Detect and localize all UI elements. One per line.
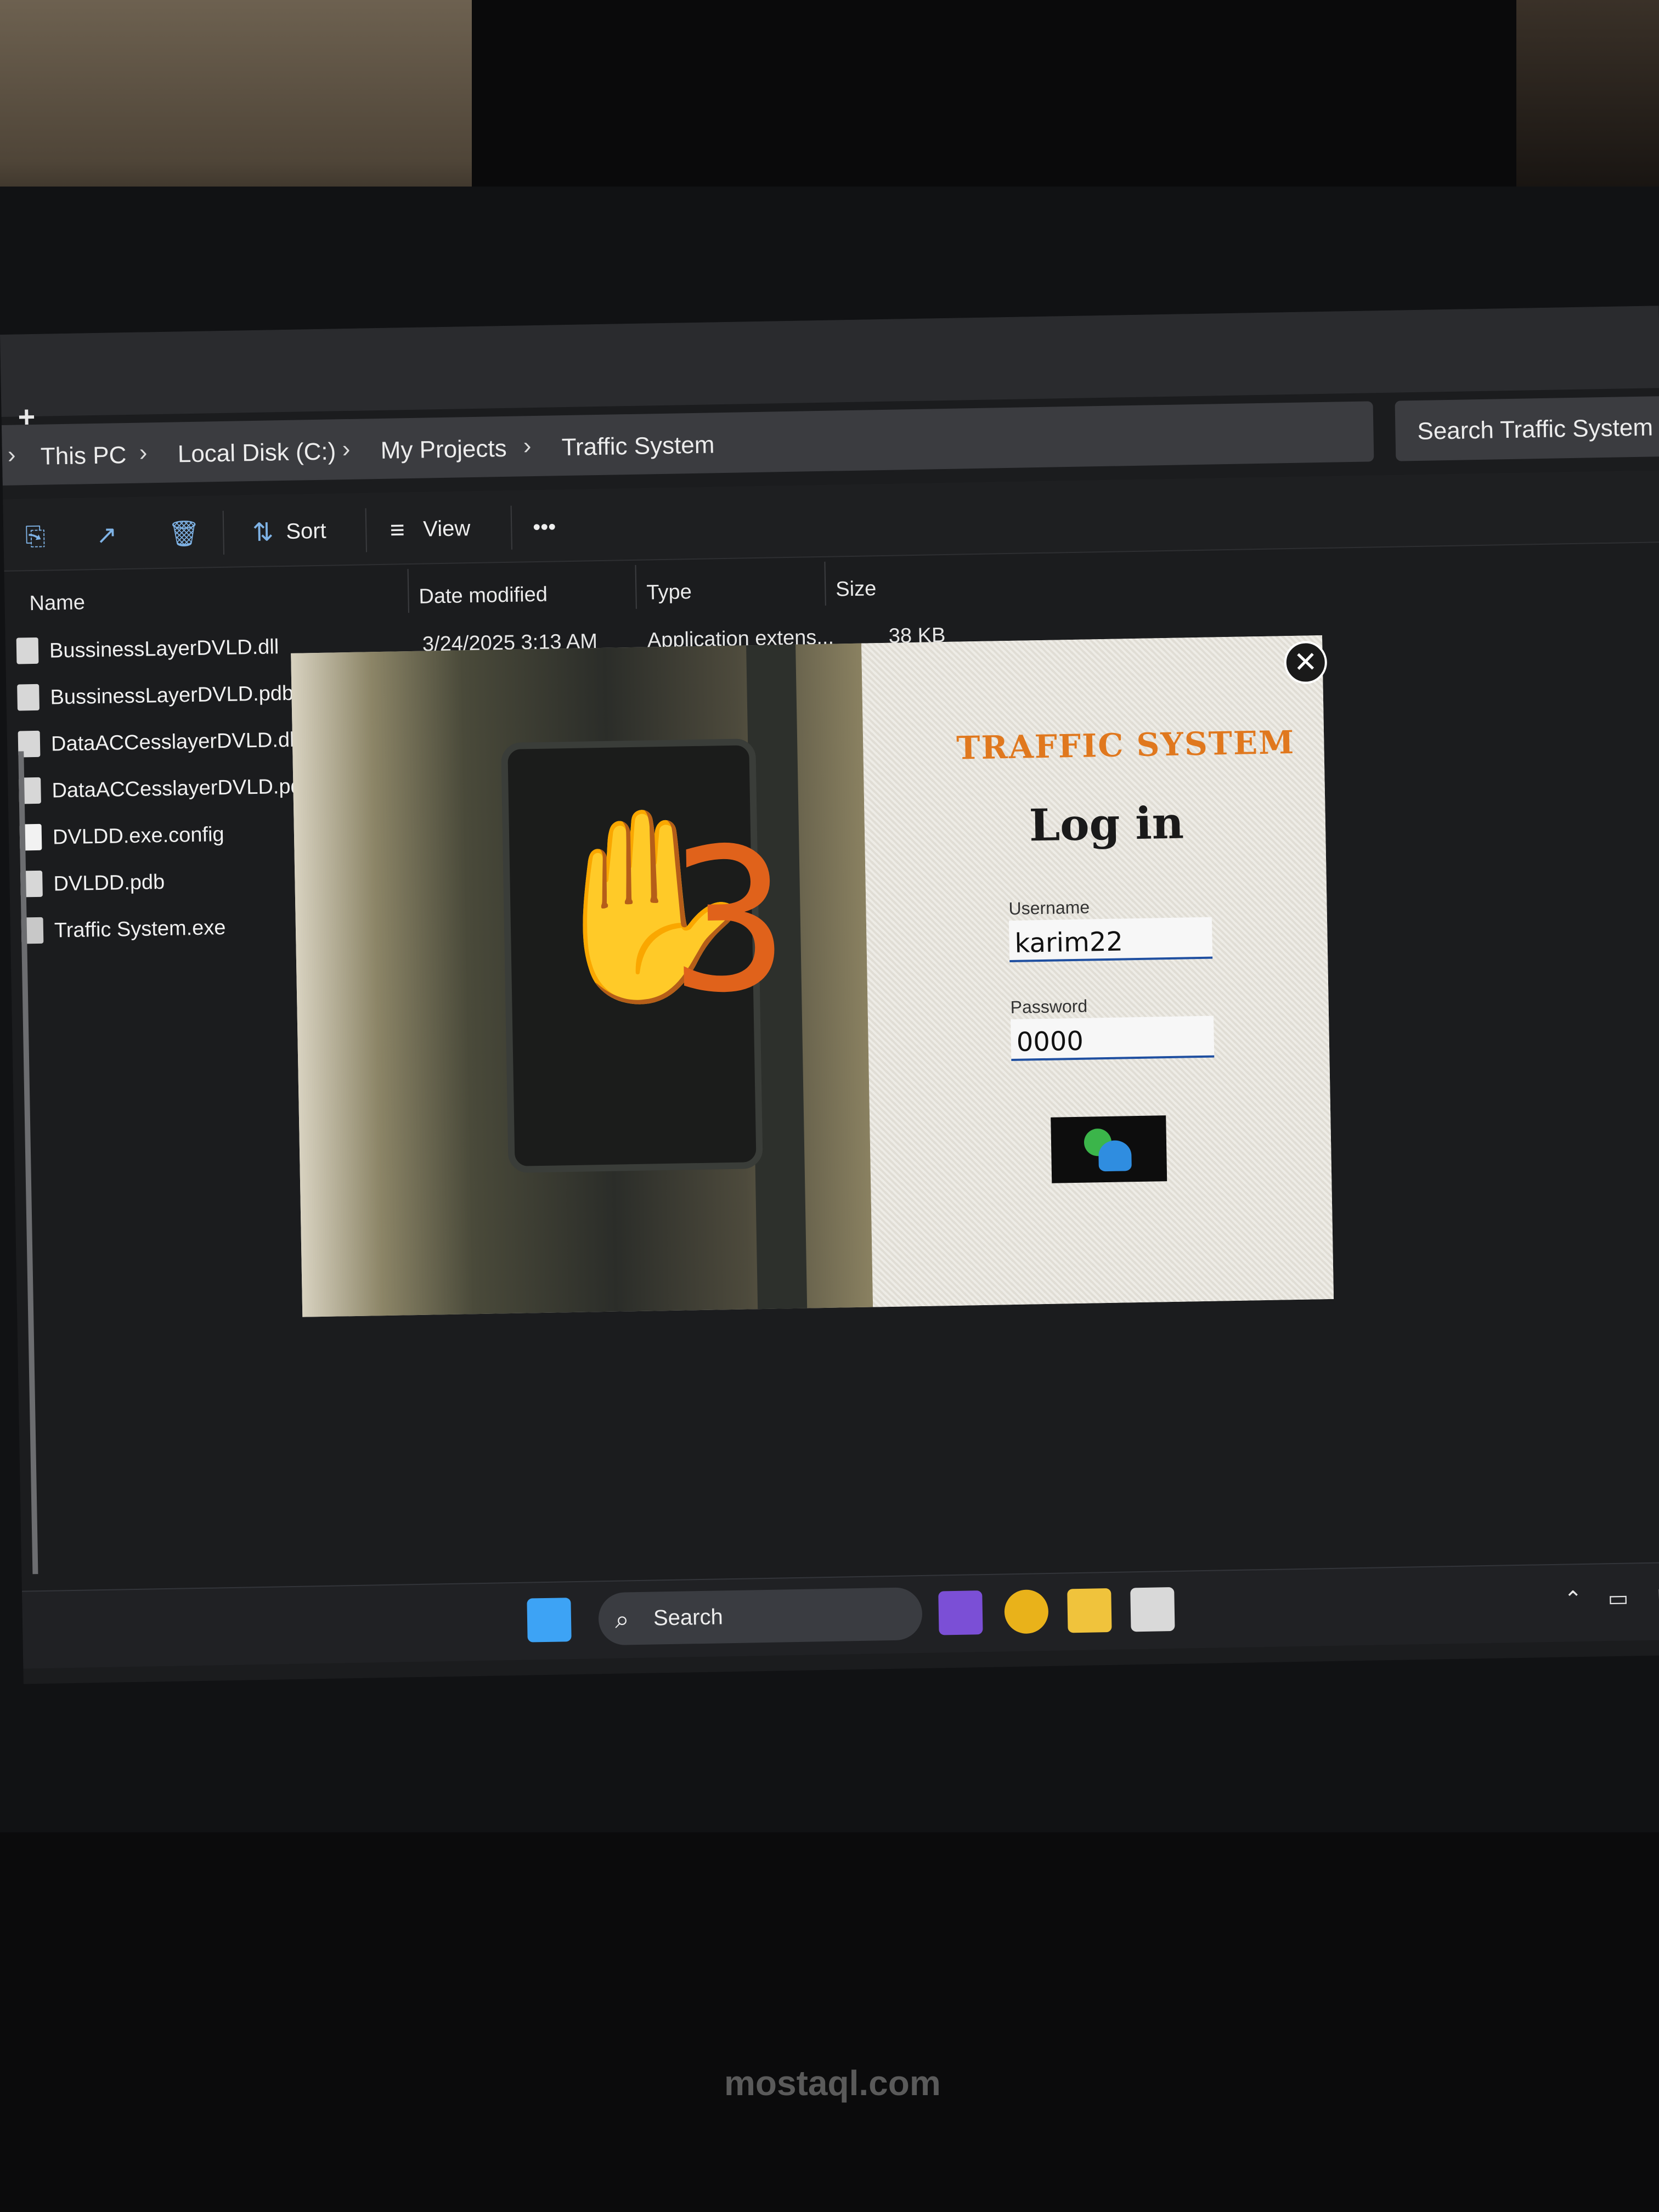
taskbar-search-label: Search xyxy=(653,1605,724,1630)
language-indicator[interactable]: EN xyxy=(1657,1585,1659,1610)
password-label: Password xyxy=(1010,996,1088,1018)
address-bar[interactable]: › This PC › Local Disk (C:) › My Project… xyxy=(1,401,1374,486)
search-input[interactable]: Search Traffic System xyxy=(1395,396,1659,461)
breadcrumb-my-projects[interactable]: My Projects xyxy=(380,435,507,465)
file-name: DataACCesslayerDVLD.pdb xyxy=(52,775,314,803)
countdown-number: 3 xyxy=(668,805,791,1037)
divider xyxy=(365,508,368,552)
breadcrumb-local-disk[interactable]: Local Disk (C:) xyxy=(177,438,336,468)
app-brand: TRAFFIC SYSTEM xyxy=(956,723,1295,767)
column-date-modified[interactable]: Date modified xyxy=(419,583,548,609)
visual-studio-icon[interactable] xyxy=(938,1590,983,1635)
delete-icon[interactable]: 🗑 xyxy=(168,518,200,549)
password-value: 0000 xyxy=(1016,1025,1084,1058)
file-name: Traffic System.exe xyxy=(54,916,226,943)
sort-icon[interactable]: ⇅ xyxy=(247,516,279,548)
password-field[interactable]: 0000 xyxy=(1011,1015,1215,1062)
view-button[interactable]: View xyxy=(423,516,471,541)
divider xyxy=(635,565,637,609)
file-name: BussinessLayerDVLD.dll xyxy=(49,635,279,663)
divider xyxy=(222,510,225,555)
username-field[interactable]: karim22 xyxy=(1008,917,1213,963)
taskbar: ⌕ Search ⌃ ▭ EN xyxy=(21,1561,1659,1669)
dll-file-icon xyxy=(16,637,39,664)
login-button[interactable] xyxy=(1051,1115,1167,1183)
column-type[interactable]: Type xyxy=(646,580,692,605)
divider xyxy=(510,505,512,550)
pdb-file-icon xyxy=(17,684,40,711)
divider xyxy=(824,561,826,606)
file-name: DataACCesslayerDVLD.dll xyxy=(50,728,300,756)
user-icon xyxy=(1098,1140,1132,1172)
breadcrumb-traffic-system[interactable]: Traffic System xyxy=(561,431,715,461)
chrome-icon[interactable] xyxy=(1004,1589,1049,1634)
more-options-button[interactable]: ••• xyxy=(533,515,556,540)
sort-button[interactable]: Sort xyxy=(286,519,326,544)
view-icon[interactable]: ≡ xyxy=(382,514,413,545)
background-right xyxy=(1516,0,1659,187)
windows-start-icon[interactable] xyxy=(527,1598,572,1643)
taskbar-search[interactable]: ⌕ Search xyxy=(598,1587,923,1646)
file-name: BussinessLayerDVLD.pdb xyxy=(50,681,294,709)
command-bar: ⎘ ↗ 🗑 ⇅ Sort ≡ View ••• xyxy=(3,470,1659,572)
search-placeholder: Search Traffic System xyxy=(1417,414,1654,445)
rename-icon[interactable]: ⎘ xyxy=(20,520,51,551)
share-icon[interactable]: ↗ xyxy=(91,519,122,550)
chevron-up-icon[interactable]: ⌃ xyxy=(1564,1587,1582,1612)
watermark: mostaql.com xyxy=(724,2063,941,2103)
photo-scene: + › This PC › Local Disk (C:) › My Proje… xyxy=(0,0,1659,2212)
file-name: DVLDD.pdb xyxy=(53,870,165,896)
page-title: Log in xyxy=(1029,797,1184,851)
search-icon: ⌕ xyxy=(614,1605,630,1634)
login-form: ✕ TRAFFIC SYSTEM Log in Username karim22… xyxy=(861,635,1334,1307)
close-icon[interactable]: ✕ xyxy=(1284,640,1328,685)
username-value: karim22 xyxy=(1014,926,1124,959)
login-dialog: ✋ 3 ✕ TRAFFIC SYSTEM Log in Username kar… xyxy=(291,635,1334,1317)
file-explorer-icon[interactable] xyxy=(1067,1588,1112,1633)
chevron-right-icon: › xyxy=(523,432,532,460)
chevron-right-icon: › xyxy=(342,435,351,463)
chevron-right-icon: › xyxy=(7,441,16,469)
traffic-system-app-icon[interactable] xyxy=(1130,1587,1175,1632)
keyboard-icon[interactable]: ▭ xyxy=(1607,1586,1629,1612)
background-dark xyxy=(472,0,1659,198)
breadcrumb-this-pc[interactable]: This PC xyxy=(40,442,126,471)
username-label: Username xyxy=(1008,897,1090,919)
column-name[interactable]: Name xyxy=(29,591,85,616)
column-size[interactable]: Size xyxy=(836,577,877,601)
chevron-right-icon: › xyxy=(139,439,148,466)
pedestrian-signal: ✋ 3 xyxy=(501,738,791,1173)
traffic-signal-image: ✋ 3 xyxy=(291,643,873,1317)
file-name: DVLDD.exe.config xyxy=(52,823,224,849)
divider xyxy=(407,569,409,613)
screen: + › This PC › Local Disk (C:) › My Proje… xyxy=(0,306,1659,1684)
